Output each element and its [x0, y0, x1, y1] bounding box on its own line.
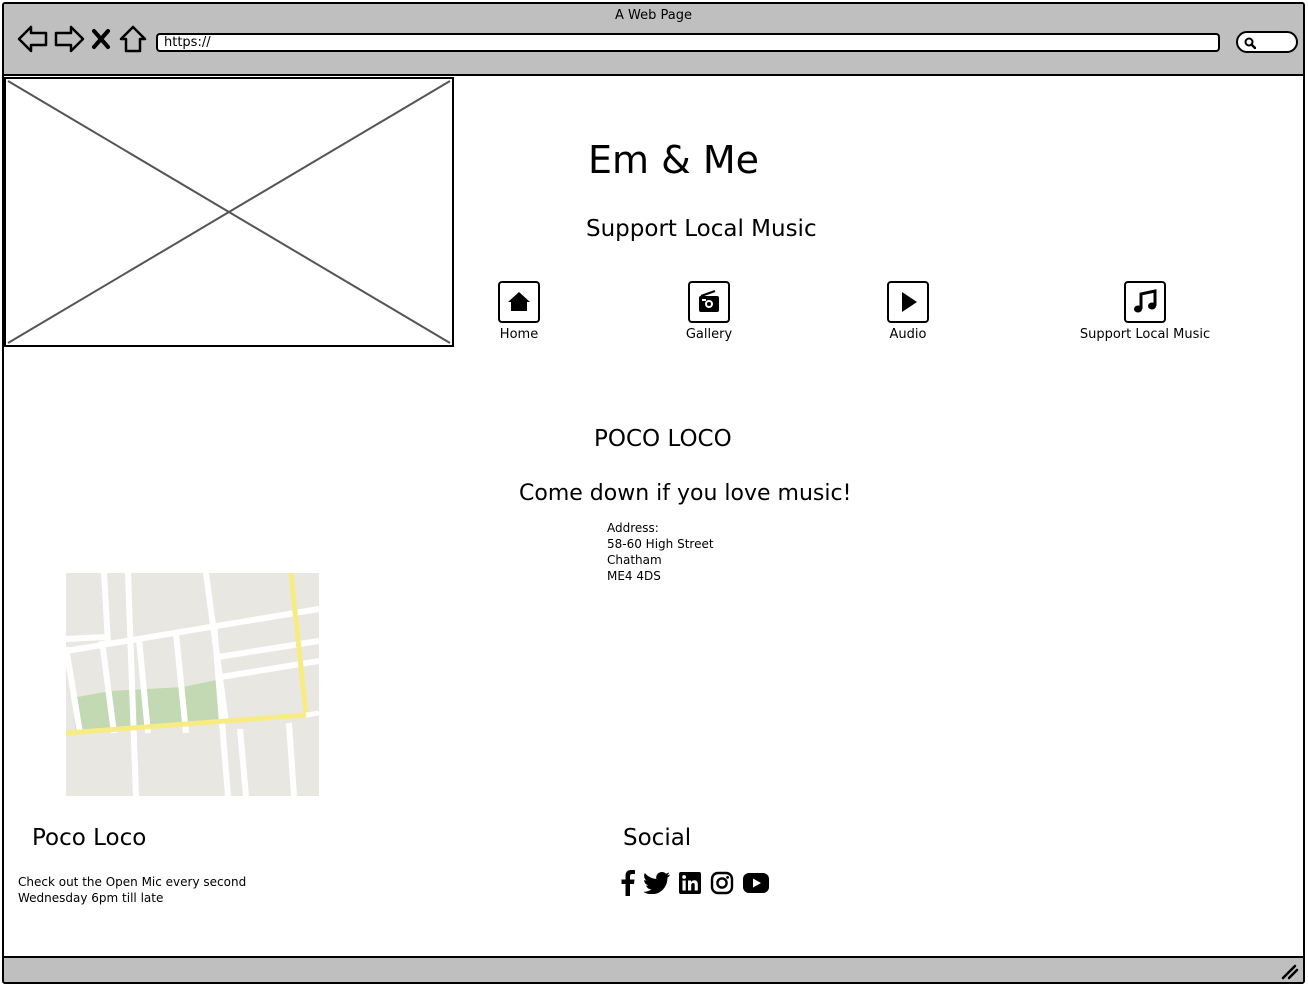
venue-address: Address: 58-60 High Street Chatham ME4 4… [607, 520, 714, 584]
image-placeholder [4, 77, 454, 347]
footer-venue-heading: Poco Loco [32, 825, 147, 851]
nav-item-label: Home [499, 327, 539, 342]
address-bar[interactable]: https:// [156, 33, 1220, 52]
home-icon [508, 292, 530, 311]
page-content: Em & Me Support Local Music Home Gallery… [4, 76, 1303, 956]
footer-venue-text: Check out the Open Mic every second Wedn… [18, 875, 247, 905]
footer-social-heading: Social [623, 825, 692, 851]
home-button[interactable] [118, 22, 148, 56]
radio-icon [699, 290, 719, 312]
nav-item-label: Support Local Music [1079, 327, 1211, 342]
nav-icon-frame [1124, 281, 1166, 323]
forward-arrow-icon [54, 25, 85, 53]
back-arrow-icon [17, 25, 48, 53]
nav-item-home[interactable]: Home [477, 281, 561, 342]
instagram-icon[interactable] [710, 871, 734, 895]
browser-search-field[interactable] [1236, 31, 1298, 53]
nav-icon-frame [498, 281, 540, 323]
back-button[interactable] [16, 22, 50, 56]
nav-icon-frame [887, 281, 929, 323]
nav-item-label: Audio [889, 327, 927, 342]
resize-grip-icon[interactable] [1281, 964, 1299, 980]
search-icon [1244, 37, 1256, 49]
nav-item-label: Gallery [685, 327, 733, 342]
image-placeholder-icon [7, 80, 451, 344]
youtube-icon[interactable] [743, 873, 769, 893]
site-subtitle: Support Local Music [586, 216, 817, 242]
address-line: ME4 4DS [607, 569, 661, 583]
social-links [621, 870, 769, 896]
browser-toolbar: A Web Page https:// [4, 4, 1303, 76]
map-icon [63, 572, 320, 797]
music-note-icon [1134, 289, 1157, 313]
nav-item-gallery[interactable]: Gallery [667, 281, 751, 342]
window-title: A Web Page [615, 8, 692, 23]
venue-name: POCO LOCO [594, 426, 732, 452]
nav-item-support-local-music[interactable]: Support Local Music [1073, 281, 1217, 342]
forward-button[interactable] [52, 22, 86, 56]
close-icon [92, 29, 110, 49]
address-label: Address: [607, 521, 659, 535]
nav-item-audio[interactable]: Audio [866, 281, 950, 342]
facebook-icon[interactable] [621, 870, 635, 896]
linkedin-icon[interactable] [679, 872, 701, 894]
status-bar [4, 956, 1303, 982]
home-outline-icon [119, 25, 147, 53]
location-map[interactable] [63, 572, 320, 797]
nav-icon-frame [688, 281, 730, 323]
stop-button[interactable] [90, 22, 112, 56]
site-title: Em & Me [588, 138, 759, 182]
address-line: Chatham [607, 553, 662, 567]
play-icon [902, 292, 917, 312]
browser-window: A Web Page https:// Em & Me Support Loca… [2, 2, 1305, 984]
address-line: 58-60 High Street [607, 537, 714, 551]
venue-tagline: Come down if you love music! [519, 481, 852, 506]
twitter-icon[interactable] [644, 872, 670, 894]
